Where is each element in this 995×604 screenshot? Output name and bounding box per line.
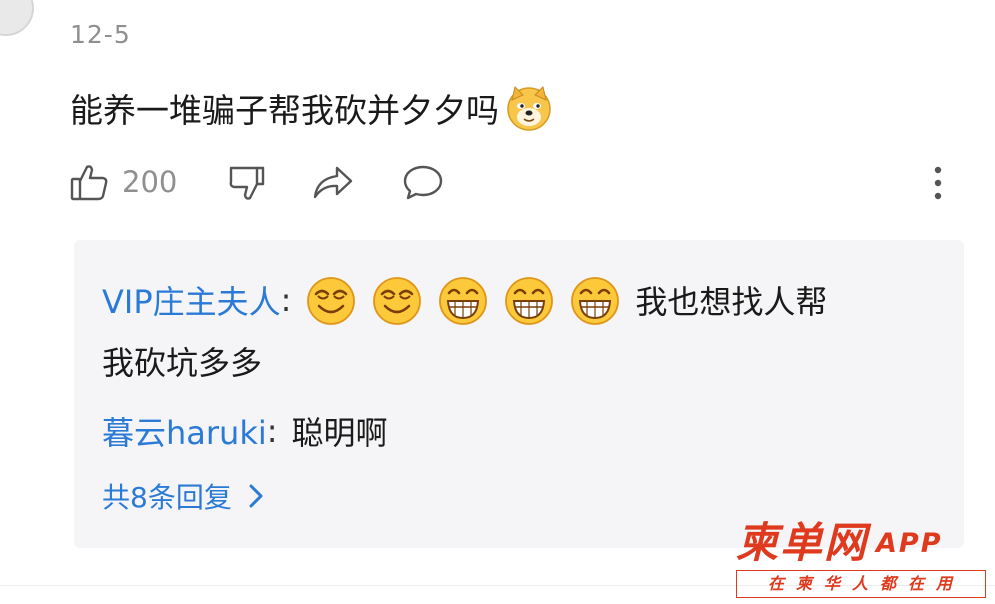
reply-item: 暮云haruki : 聪明啊 <box>102 408 388 454</box>
reply-separator: : <box>266 412 278 450</box>
comment-icon <box>404 165 443 200</box>
avatar[interactable] <box>0 0 34 36</box>
reply-item: VIP庄主夫人 : 我也想找人帮 <box>102 274 827 326</box>
share-icon <box>314 166 353 199</box>
smirk-emoji <box>373 277 422 325</box>
reply-username[interactable]: VIP庄主夫人 <box>102 277 281 323</box>
dislike-button[interactable] <box>227 162 267 202</box>
smirk-emoji <box>307 277 356 325</box>
reply-text-continued: 我砍坑多多 <box>102 338 262 384</box>
replies-panel: VIP庄主夫人 : 我也想找人帮 我砍坑多多 暮云haruki: 聪明啊 共8… <box>74 240 964 548</box>
reply-separator: : <box>280 281 292 319</box>
comment-date: 12-5 <box>70 20 131 49</box>
reply-username[interactable]: 暮云haruki <box>102 408 267 454</box>
chevron-right-icon <box>249 484 263 508</box>
more-icon[interactable] <box>926 164 950 204</box>
grin-emoji <box>439 277 488 325</box>
reply-text: 聪明啊 <box>291 414 388 452</box>
grin-emoji <box>505 277 554 325</box>
comment-body: 能养一堆骗子帮我砍并夕夕吗 <box>70 84 553 132</box>
like-count: 200 <box>122 165 178 199</box>
reply-button[interactable] <box>401 162 445 202</box>
more-replies-label: 共8条回复 <box>102 481 232 514</box>
view-all-replies-link[interactable]: 共8条回复 <box>102 476 264 516</box>
watermark-app: APP <box>876 527 943 559</box>
reply-text: 我砍坑多多 <box>102 344 263 382</box>
watermark-logo: 柬单网 <box>736 518 869 567</box>
reply-text: 我也想找人帮 <box>635 283 828 321</box>
grin-emoji <box>571 277 620 325</box>
comment-actions: 200 <box>70 158 445 206</box>
like-button[interactable]: 200 <box>70 162 227 202</box>
watermark-slogan: 在柬华人都在用 <box>736 570 986 598</box>
thumbs-up-icon <box>70 165 108 201</box>
thumbs-down-icon <box>229 166 265 200</box>
share-button[interactable] <box>311 162 355 202</box>
comment-text: 能养一堆骗子帮我砍并夕夕吗 <box>70 91 499 130</box>
watermark: 柬单网 APP 在柬华人都在用 <box>736 520 992 602</box>
doge-emoji <box>507 86 551 131</box>
